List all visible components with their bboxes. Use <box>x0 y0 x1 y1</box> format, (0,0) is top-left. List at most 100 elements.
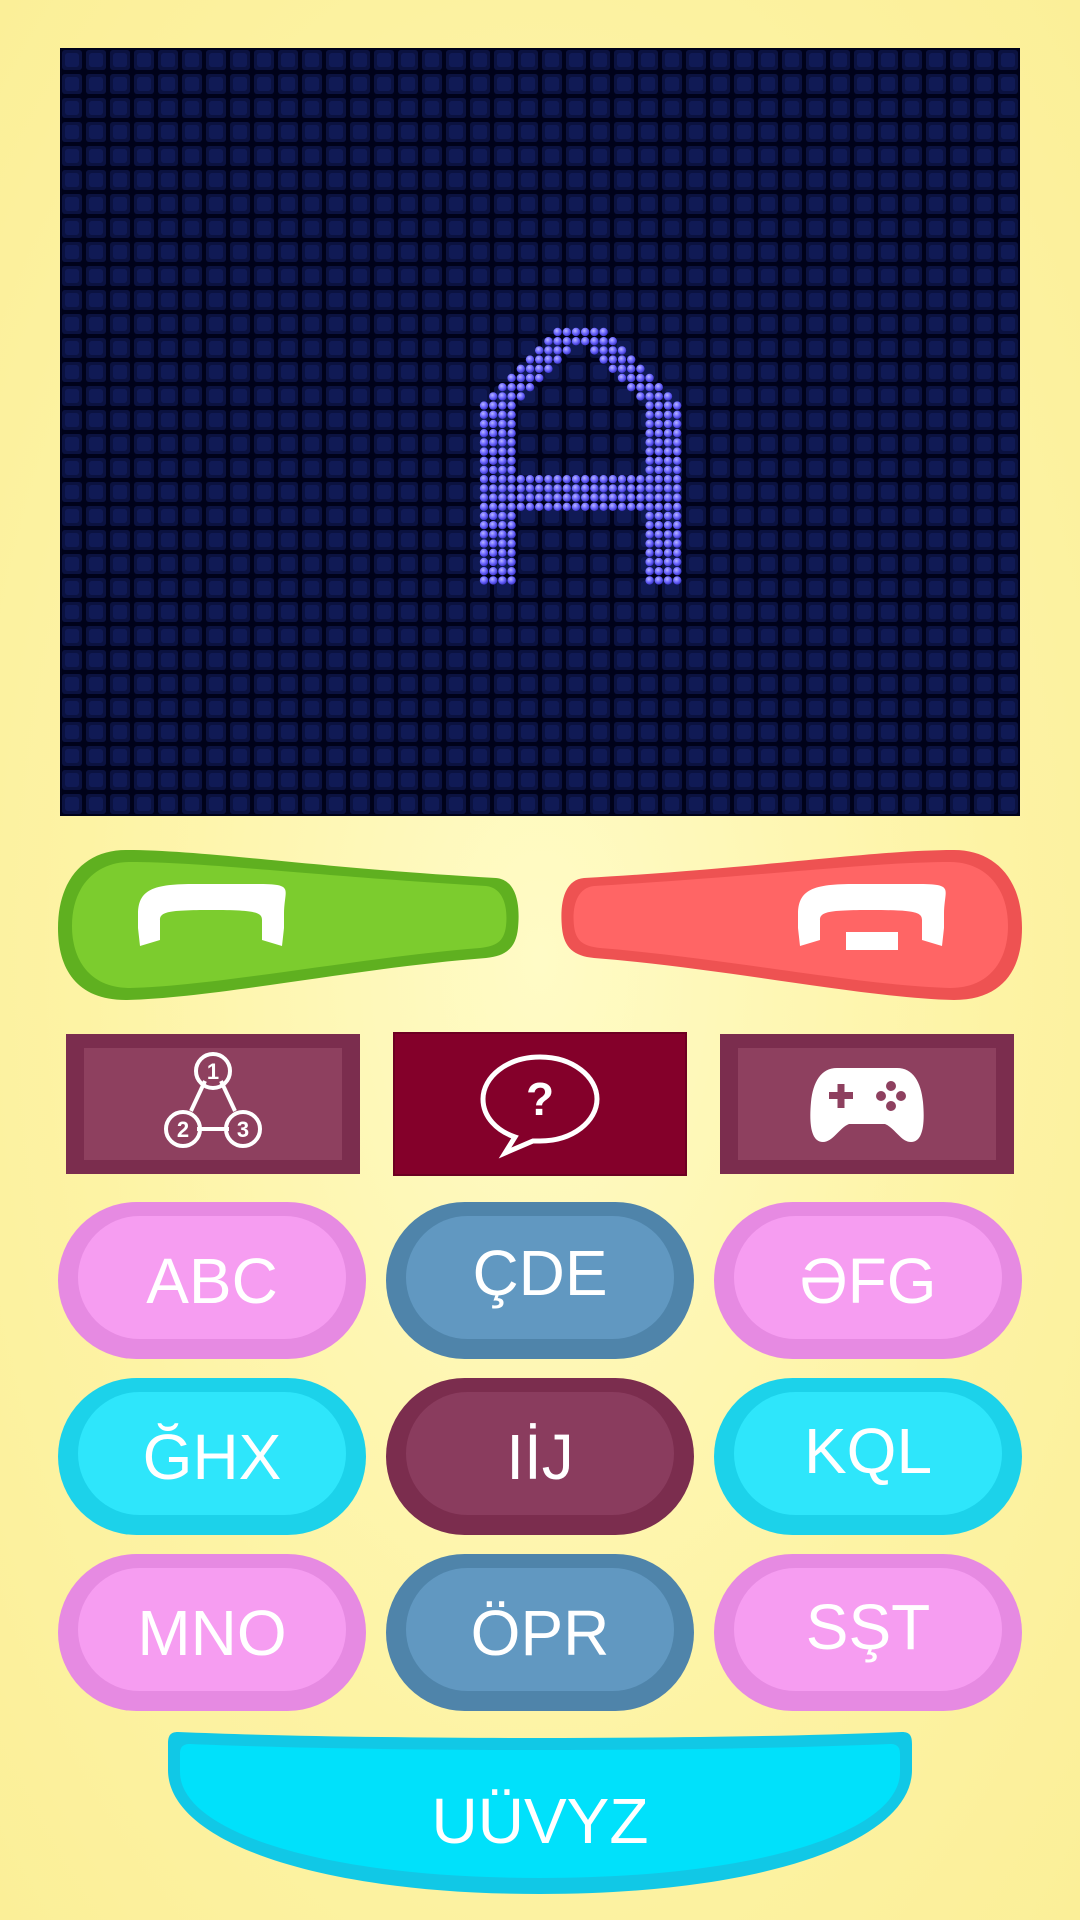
key-mno[interactable]: MNO <box>58 1554 366 1711</box>
led-dot <box>489 392 498 401</box>
led-dot <box>645 567 654 576</box>
led-dot <box>562 475 571 484</box>
led-dot <box>498 410 507 419</box>
led-dot <box>663 456 673 465</box>
led-dot <box>673 465 682 475</box>
led-dot <box>673 447 682 456</box>
numbers-mode-button[interactable]: 1 2 3 <box>66 1034 360 1174</box>
led-dot <box>645 530 654 539</box>
led-dot <box>673 493 682 502</box>
key-abc[interactable]: ABC <box>58 1202 366 1359</box>
key-label: IİJ <box>506 1420 574 1493</box>
led-dot <box>489 447 498 456</box>
led-dot <box>645 456 654 465</box>
key-ghx[interactable]: ĞHX <box>58 1378 366 1535</box>
led-dot <box>663 521 673 530</box>
led-dot <box>525 364 535 373</box>
led-dot <box>479 419 489 429</box>
led-dot <box>654 493 663 502</box>
led-dot <box>544 337 553 346</box>
led-dot <box>645 502 654 511</box>
led-dot <box>489 502 498 511</box>
led-dot <box>663 567 673 576</box>
led-dot <box>544 475 553 484</box>
led-dot <box>562 493 571 502</box>
led-dot <box>645 484 654 493</box>
led-dot <box>507 502 516 511</box>
led-dot <box>498 456 507 465</box>
led-dot <box>636 502 645 511</box>
led-dot <box>498 429 507 438</box>
key-iij[interactable]: IİJ <box>386 1378 694 1535</box>
led-matrix <box>60 48 1020 816</box>
led-dot <box>553 327 562 337</box>
led-dot <box>673 557 682 567</box>
games-mode-button[interactable] <box>720 1034 1014 1174</box>
led-dot <box>654 438 663 447</box>
led-dot <box>498 548 507 557</box>
led-dot <box>535 475 544 484</box>
led-dot <box>636 383 645 392</box>
led-dot <box>479 502 489 511</box>
led-dot <box>673 530 682 539</box>
led-dot <box>489 557 498 567</box>
led-dot <box>608 475 617 484</box>
led-dot <box>498 401 507 410</box>
led-dot <box>507 576 516 585</box>
led-dot <box>673 502 682 511</box>
led-dot <box>507 401 516 410</box>
led-dot <box>654 484 663 493</box>
led-dot <box>479 465 489 475</box>
led-dot <box>479 401 489 410</box>
end-call-button[interactable] <box>560 848 1024 1002</box>
led-dot <box>617 502 627 511</box>
key-efg[interactable]: ƏFG <box>714 1202 1022 1359</box>
led-dot <box>535 493 544 502</box>
led-dot <box>663 401 673 410</box>
led-dot <box>663 493 673 502</box>
led-dot <box>590 337 599 346</box>
svg-text:1: 1 <box>207 1059 219 1084</box>
led-dot <box>617 493 627 502</box>
led-dot <box>489 567 498 576</box>
led-dot <box>507 373 516 383</box>
svg-text:3: 3 <box>237 1117 249 1142</box>
led-dot <box>673 438 682 447</box>
led-dot <box>516 383 525 392</box>
led-dot <box>507 475 516 484</box>
led-dot <box>525 493 535 502</box>
led-dot <box>507 392 516 401</box>
led-dot <box>654 502 663 511</box>
led-dot <box>562 327 571 337</box>
key-opr[interactable]: ÖPR <box>386 1554 694 1711</box>
questions-mode-button[interactable]: ? <box>393 1032 687 1176</box>
led-dot <box>498 576 507 585</box>
key-uuvyz[interactable]: UÜVYZ <box>168 1730 912 1896</box>
led-dot <box>507 484 516 493</box>
led-dot <box>507 567 516 576</box>
led-dot <box>525 484 535 493</box>
led-dot <box>673 548 682 557</box>
led-dot <box>663 576 673 585</box>
led-dot <box>535 355 544 364</box>
key-cde[interactable]: ÇDE <box>386 1202 694 1359</box>
accept-call-button[interactable] <box>56 848 520 1002</box>
led-dot <box>516 475 525 484</box>
led-dot <box>645 475 654 484</box>
led-dot <box>645 419 654 429</box>
led-dot <box>562 484 571 493</box>
led-dot <box>479 576 489 585</box>
led-dot <box>489 475 498 484</box>
key-sst[interactable]: SŞT <box>714 1554 1022 1711</box>
led-dot <box>489 511 498 521</box>
led-dot <box>535 346 544 355</box>
led-dot <box>507 493 516 502</box>
led-dot <box>645 493 654 502</box>
led-dot <box>673 484 682 493</box>
led-dot <box>498 530 507 539</box>
led-dot <box>599 484 608 493</box>
key-label: ÇDE <box>472 1236 608 1309</box>
led-dot <box>489 456 498 465</box>
key-kql[interactable]: KQL <box>714 1378 1022 1535</box>
led-dot <box>562 337 571 346</box>
